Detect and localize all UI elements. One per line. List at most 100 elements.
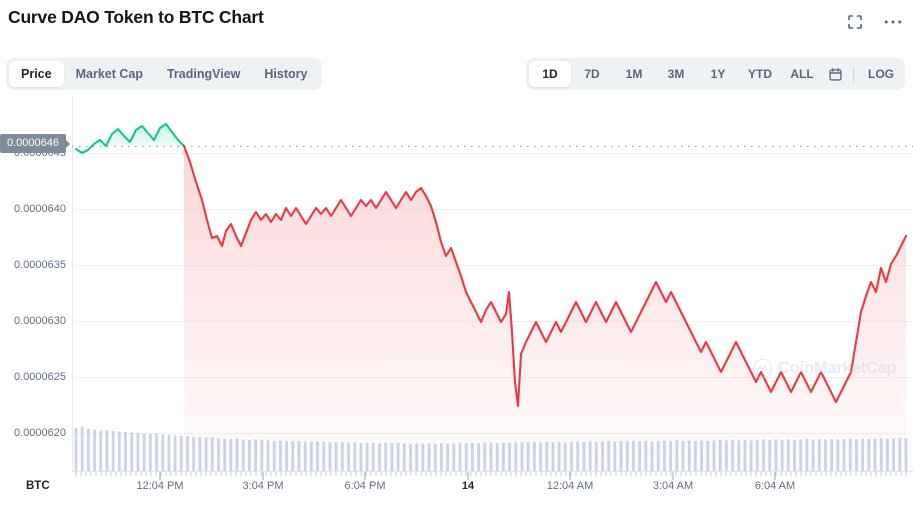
volume-bar <box>260 439 264 471</box>
chart-tabs: Price Market Cap TradingView History <box>6 58 323 90</box>
volume-bar <box>619 440 623 471</box>
volume-bar <box>340 442 344 471</box>
tab-history[interactable]: History <box>252 61 319 87</box>
current-price-badge: 0.0000646 <box>0 134 66 153</box>
volume-bar <box>817 439 821 471</box>
volume-bar <box>471 442 474 471</box>
range-1m[interactable]: 1M <box>613 61 655 87</box>
volume-bar <box>663 440 666 471</box>
chart-canvas[interactable] <box>0 96 913 508</box>
volume-bar <box>241 439 245 471</box>
volume-bar <box>712 440 716 471</box>
volume-bar <box>594 441 598 471</box>
volume-bar <box>427 443 431 471</box>
volume-bar <box>669 440 673 471</box>
volume-bar <box>687 440 691 471</box>
volume-bar <box>842 439 846 471</box>
page-title: Curve DAO Token to BTC Chart <box>8 7 264 27</box>
more-horizontal-icon[interactable] <box>883 12 903 32</box>
area-fill-up <box>76 124 184 153</box>
volume-bar <box>588 441 592 471</box>
y-tick-3: 0.0000630 <box>14 315 66 327</box>
calendar-icon[interactable] <box>823 61 847 87</box>
volume-bar <box>898 437 902 471</box>
volume-bar <box>186 436 189 471</box>
volume-bar <box>210 437 214 471</box>
volume-bar <box>749 440 753 471</box>
volume-bar <box>638 441 642 471</box>
x-tick-5: 3:04 AM <box>652 480 694 492</box>
volume-bar <box>836 439 840 471</box>
volume-bar <box>644 440 648 471</box>
volume-bar <box>74 427 78 471</box>
range-7d[interactable]: 7D <box>571 61 613 87</box>
volume-bar <box>402 443 406 471</box>
volume-bar <box>303 441 307 471</box>
fullscreen-icon[interactable] <box>845 12 865 32</box>
tab-tradingview[interactable]: TradingView <box>155 61 252 87</box>
volume-bar <box>545 441 549 471</box>
volume-bar <box>309 441 313 471</box>
x-axis-labels: 12:04 PM 3:04 PM 6:04 PM 14 12:04 AM 3:0… <box>0 480 913 504</box>
area-fill-down <box>184 146 906 471</box>
volume-bar <box>409 443 412 471</box>
tab-market-cap[interactable]: Market Cap <box>64 61 155 87</box>
volume-bar <box>582 441 586 471</box>
volume-bar <box>774 439 778 471</box>
volume-bar <box>539 442 542 471</box>
volume-bar <box>700 440 703 471</box>
volume-bar <box>93 429 96 471</box>
volume-bar <box>365 442 369 471</box>
volume-bar <box>316 441 319 471</box>
range-1d[interactable]: 1D <box>529 61 571 87</box>
volume-bar <box>223 438 227 471</box>
volume-bar <box>855 439 858 471</box>
range-3m[interactable]: 3M <box>655 61 697 87</box>
log-scale-toggle[interactable]: LOG <box>860 61 902 87</box>
volume-bar <box>248 439 251 471</box>
volume-bar <box>743 439 747 471</box>
volume-bar <box>266 440 270 471</box>
volume-bar <box>650 441 654 471</box>
volume-bar <box>904 438 908 471</box>
volume-bar <box>793 439 796 471</box>
volume-bar <box>464 443 468 471</box>
range-1y[interactable]: 1Y <box>697 61 739 87</box>
volume-bar <box>179 435 183 471</box>
volume-bar <box>235 438 239 471</box>
volume-bar <box>229 439 233 471</box>
y-axis-labels: 0.0000645 0.0000640 0.0000635 0.0000630 … <box>0 96 66 508</box>
tab-price[interactable]: Price <box>9 61 64 87</box>
volume-bar <box>632 440 635 471</box>
volume-bar <box>477 443 481 471</box>
volume-bar <box>105 430 109 471</box>
volume-bar <box>718 439 722 471</box>
volume-bar <box>675 440 679 471</box>
y-tick-5: 0.0000620 <box>14 427 66 439</box>
range-ytd[interactable]: YTD <box>739 61 781 87</box>
volume-bar <box>811 439 815 471</box>
volume-bar <box>570 441 573 471</box>
volume-bar <box>755 439 759 471</box>
volume-bar <box>848 438 852 471</box>
volume-bar <box>124 431 127 471</box>
volume-bar <box>204 437 208 471</box>
x-tick-3: 14 <box>461 480 475 492</box>
volume-bar <box>86 428 90 471</box>
volume-bar <box>625 441 629 471</box>
volume-bar <box>892 438 896 471</box>
volume-bar <box>780 439 784 471</box>
range-all[interactable]: ALL <box>781 61 823 87</box>
volume-bar <box>886 438 889 471</box>
volume-bar <box>768 439 772 471</box>
y-tick-2: 0.0000635 <box>14 259 66 271</box>
volume-bar <box>694 440 697 471</box>
volume-bar <box>396 442 400 471</box>
volume-bar <box>830 439 834 471</box>
volume-bar <box>724 440 728 471</box>
volume-bar <box>353 442 357 471</box>
volume-bar <box>99 430 103 471</box>
volume-bar <box>297 440 301 471</box>
volume-bar <box>799 439 803 471</box>
volume-bar <box>285 440 288 471</box>
